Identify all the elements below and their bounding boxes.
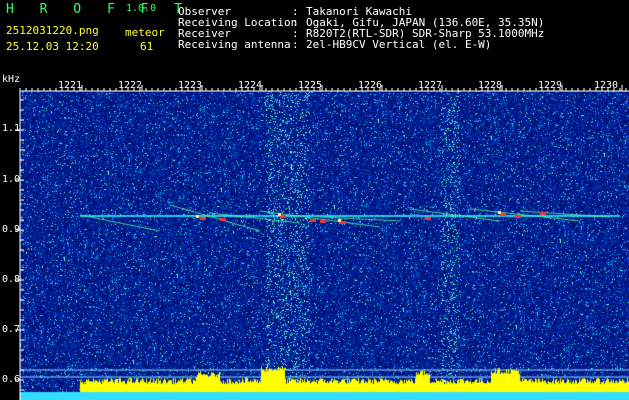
x-tick-label: 1228 bbox=[478, 80, 503, 91]
x-tick-label: 1224 bbox=[238, 80, 263, 91]
x-tick-label: 1227 bbox=[418, 80, 443, 91]
x-tick-label: 1225 bbox=[298, 80, 323, 91]
x-tick-label: 1221 bbox=[58, 80, 83, 91]
x-tick-label: 1229 bbox=[538, 80, 563, 91]
axis-overlay bbox=[15, 85, 629, 400]
x-tick-label: 1226 bbox=[358, 80, 383, 91]
x-tick-label: 1222 bbox=[118, 80, 143, 91]
y-tick-label: 0.7 bbox=[2, 324, 21, 335]
x-tick-label: 1230 bbox=[594, 80, 619, 91]
y-tick-label: 1.1 bbox=[2, 123, 21, 134]
y-tick-label: 0.9 bbox=[2, 224, 21, 235]
y-tick-label: 0.8 bbox=[2, 274, 21, 285]
y-tick-label: 1.0 bbox=[2, 174, 21, 185]
y-tick-label: 0.6 bbox=[2, 374, 21, 385]
y-axis-unit: kHz bbox=[2, 74, 21, 85]
x-tick-label: 1223 bbox=[178, 80, 203, 91]
